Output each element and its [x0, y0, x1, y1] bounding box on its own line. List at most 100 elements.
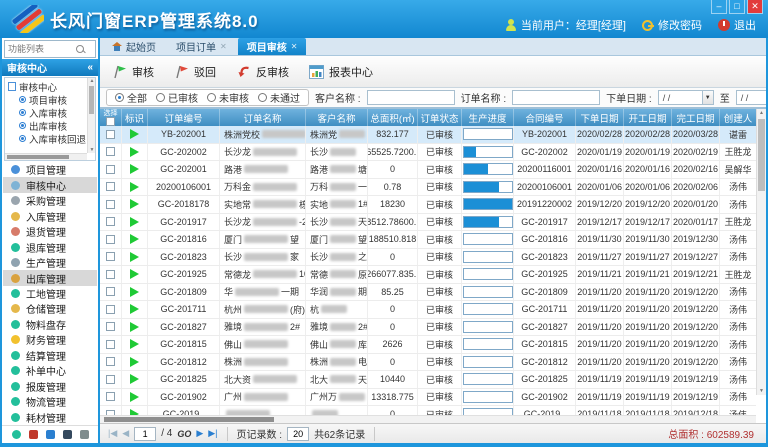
row-checkbox[interactable] [106, 130, 115, 139]
change-password-button[interactable]: 修改密码 [642, 17, 702, 33]
sidebar-module-11[interactable]: 财务管理 [3, 332, 97, 347]
tab-1[interactable]: 项目订单✕ [167, 38, 236, 55]
column-header-8[interactable]: 合同编号 [514, 109, 576, 126]
tree-scroll-thumb[interactable] [89, 86, 94, 114]
row-checkbox[interactable] [106, 322, 115, 331]
status-radio-1[interactable]: 已审核 [156, 90, 198, 105]
column-header-6[interactable]: 订单状态 [418, 109, 462, 126]
toolbar-button-2[interactable]: 反审核 [236, 64, 289, 80]
column-header-12[interactable]: 创建人 [720, 109, 756, 126]
last-page-button[interactable]: ▶| [208, 428, 217, 439]
tab-close-icon[interactable]: ✕ [220, 42, 227, 51]
row-checkbox[interactable] [106, 375, 115, 384]
maximize-button[interactable]: □ [729, 0, 745, 14]
row-checkbox[interactable] [106, 165, 115, 174]
hscroll-thumb[interactable] [104, 417, 274, 422]
sidebar-module-3[interactable]: 入库管理 [3, 208, 97, 223]
sidebar-module-6[interactable]: 生产管理 [3, 255, 97, 270]
tab-close-icon[interactable]: ✕ [291, 42, 298, 51]
toolbar-button-1[interactable]: 驳回 [174, 64, 216, 80]
row-checkbox[interactable] [106, 235, 115, 244]
table-row[interactable]: GC-201816厦门望厦门望188510.818已审核GC-201816201… [100, 231, 756, 249]
table-horizontal-scrollbar[interactable] [100, 415, 756, 423]
sidebar-module-8[interactable]: 工地管理 [3, 286, 97, 301]
tree-node-3[interactable]: 入库审核回退 [8, 132, 95, 145]
tree-node-root[interactable]: 审核中心 [8, 80, 95, 93]
sidebar-module-4[interactable]: 退货管理 [3, 224, 97, 239]
sidebar-module-7[interactable]: 出库管理 [3, 270, 97, 285]
prev-page-button[interactable]: ◀ [122, 428, 129, 439]
customer-name-input[interactable] [367, 90, 455, 105]
column-header-11[interactable]: 完工日期 [672, 109, 720, 126]
row-checkbox[interactable] [106, 217, 115, 226]
row-checkbox[interactable] [106, 357, 115, 366]
first-page-button[interactable]: |◀ [108, 428, 117, 439]
order-date-picker[interactable]: / / ▼ [658, 90, 714, 105]
sidebar-module-2[interactable]: 采购管理 [3, 193, 97, 208]
more-icon[interactable] [80, 430, 89, 439]
vscroll-thumb[interactable] [758, 119, 765, 191]
next-page-button[interactable]: ▶ [196, 428, 203, 439]
sidebar-module-10[interactable]: 物料盘存 [3, 317, 97, 332]
sidebar-module-1[interactable]: 审核中心 [3, 177, 97, 192]
column-header-9[interactable]: 下单日期 [576, 109, 624, 126]
circle-icon[interactable] [12, 430, 21, 439]
column-header-7[interactable]: 生产进度 [462, 109, 514, 126]
table-row[interactable]: GC-201711杭州(府)杭0已审核GC-2017112019/11/2020… [100, 301, 756, 319]
table-row[interactable]: GC-201823长沙家长沙之..0已审核GC-2018232019/11/27… [100, 249, 756, 267]
column-header-5[interactable]: 总面积(㎡) [368, 109, 418, 126]
sidebar-module-16[interactable]: 耗材管理 [3, 410, 97, 425]
order-date-end-picker[interactable]: / / ▼ [736, 90, 766, 105]
sidebar-panel-header[interactable]: 审核中心 « [2, 59, 98, 76]
row-checkbox[interactable] [106, 305, 115, 314]
scroll-down-icon[interactable]: ▼ [757, 388, 766, 394]
sidebar-module-12[interactable]: 结算管理 [3, 348, 97, 363]
toolbar-button-3[interactable]: 报表中心 [309, 64, 373, 80]
collapse-icon[interactable]: « [87, 62, 93, 73]
table-row[interactable]: GC-202002长沙龙长沙65525.7200..已审核GC-20200220… [100, 144, 756, 162]
minimize-button[interactable]: – [711, 0, 727, 14]
row-checkbox[interactable] [106, 287, 115, 296]
table-row[interactable]: GC-201925常德龙10常德原..266077.835..已审核GC-201… [100, 266, 756, 284]
status-radio-3[interactable]: 未通过 [258, 90, 300, 105]
logout-button[interactable]: 退出 [718, 17, 756, 33]
go-button[interactable]: GO [177, 429, 191, 439]
table-vertical-scrollbar[interactable]: ▲ ▼ [756, 109, 766, 395]
row-checkbox[interactable] [106, 200, 115, 209]
column-header-4[interactable]: 客户名称 [306, 109, 368, 126]
sidebar-module-5[interactable]: 退库管理 [3, 239, 97, 254]
column-header-3[interactable]: 订单名称 [220, 109, 306, 126]
tree-vertical-scrollbar[interactable]: ▲ ▼ [87, 78, 95, 153]
table-row[interactable]: GC-202001路港路港塘0已审核202001160012020/01/162… [100, 161, 756, 179]
row-checkbox[interactable] [106, 182, 115, 191]
scroll-up-icon[interactable]: ▲ [757, 110, 766, 116]
status-radio-0[interactable]: 全部 [115, 90, 147, 105]
select-all-checkbox[interactable] [106, 117, 115, 126]
scroll-up-icon[interactable]: ▲ [88, 78, 96, 84]
row-checkbox[interactable] [106, 252, 115, 261]
table-row[interactable]: GC-2019..0已审核GC-2019..2019/11/182019/11/… [100, 406, 756, 415]
sidebar-module-13[interactable]: 补单中心 [3, 363, 97, 378]
table-row[interactable]: GC-201809华一期华润期85.25已审核GC-2018092019/11/… [100, 284, 756, 302]
table-row[interactable]: GC-201917长沙龙-2#长沙天..8512.78600..已审核GC-20… [100, 214, 756, 232]
row-checkbox[interactable] [106, 270, 115, 279]
column-header-1[interactable]: 标识 [122, 109, 148, 126]
toolbar-button-0[interactable]: 审核 [112, 64, 154, 80]
tab-2[interactable]: 项目审核✕ [238, 38, 307, 55]
chevron-down-icon[interactable]: ▼ [702, 91, 713, 104]
tree-horizontal-scrollbar[interactable] [5, 153, 87, 160]
column-header-2[interactable]: 订单编号 [148, 109, 220, 126]
tree-node-2[interactable]: 出库审核 [8, 119, 95, 132]
sidebar-module-9[interactable]: 仓储管理 [3, 301, 97, 316]
sidebar-module-0[interactable]: 项目管理 [3, 162, 97, 177]
tree-node-0[interactable]: 项目审核 [8, 93, 95, 106]
page-size-input[interactable] [287, 427, 309, 441]
table-row[interactable]: GC-201815佛山佛山库2626已审核GC-2018152019/11/20… [100, 336, 756, 354]
sidebar-module-14[interactable]: 报废管理 [3, 379, 97, 394]
column-header-0[interactable]: 选择 [100, 109, 122, 126]
row-checkbox[interactable] [106, 340, 115, 349]
table-row[interactable]: GC-201825北大资北大天..10440已审核GC-2018252019/1… [100, 371, 756, 389]
table-row[interactable]: GC-2018178实地常栋实地1#..18230已审核201912200022… [100, 196, 756, 214]
order-name-input[interactable] [512, 90, 600, 105]
pen-icon[interactable] [46, 430, 55, 439]
